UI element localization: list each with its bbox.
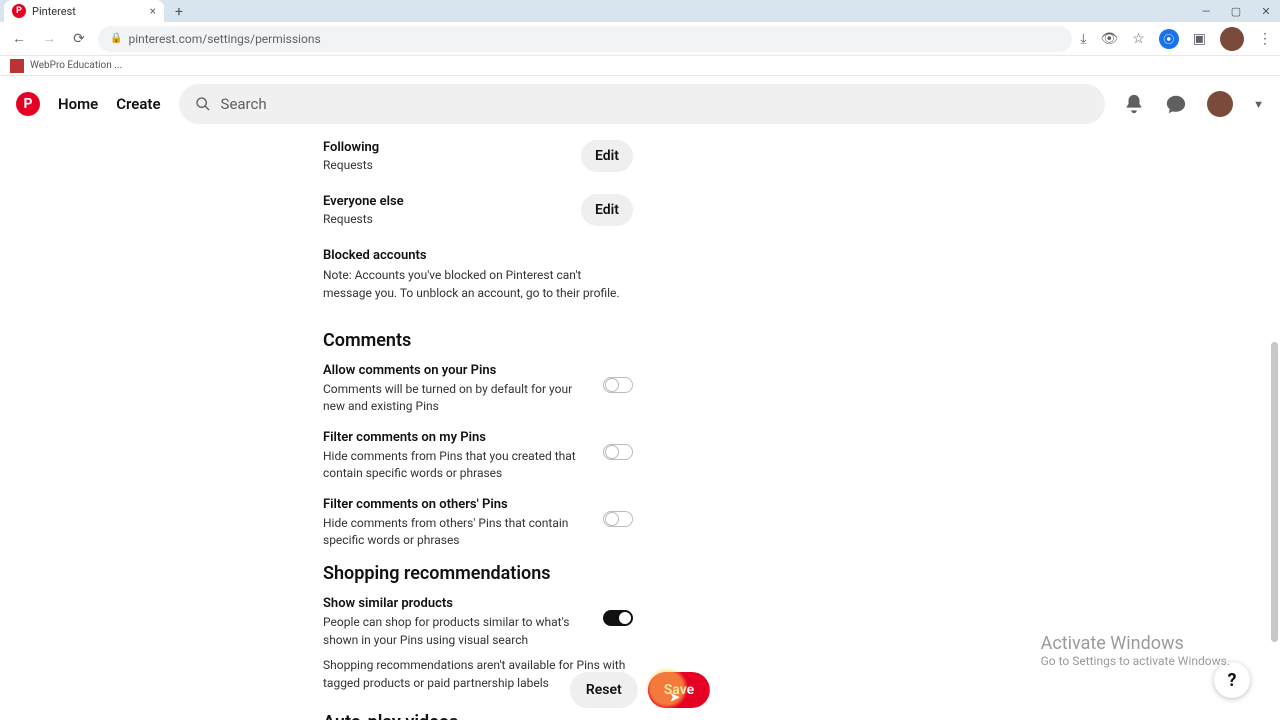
lock-icon: 🔒	[110, 33, 122, 44]
filter-mine-desc: Hide comments from Pins that you created…	[323, 448, 587, 483]
filter-mine-toggle[interactable]	[603, 444, 633, 460]
pinterest-favicon-icon: P	[12, 4, 26, 18]
filter-others-setting: Filter comments on others' Pins Hide com…	[323, 497, 633, 550]
filter-others-title: Filter comments on others' Pins	[323, 497, 587, 512]
notifications-icon[interactable]	[1123, 93, 1145, 115]
similar-toggle[interactable]	[603, 610, 633, 626]
search-icon	[195, 96, 211, 112]
edit-following-button[interactable]: Edit	[581, 140, 633, 172]
menu-icon[interactable]: ⋮	[1258, 31, 1272, 47]
extensions-icon[interactable]: ▣	[1193, 31, 1206, 47]
edit-everyone-button[interactable]: Edit	[581, 194, 633, 226]
similar-desc: People can shop for products similar to …	[323, 614, 587, 649]
scroll-thumb[interactable]	[1271, 342, 1278, 642]
browser-tab[interactable]: P Pinterest ×	[4, 0, 164, 22]
maximize-icon[interactable]: ▢	[1230, 5, 1242, 17]
minimize-icon[interactable]: —	[1200, 5, 1212, 17]
everyone-sub: Requests	[323, 212, 404, 226]
following-sub: Requests	[323, 158, 379, 172]
following-title: Following	[323, 140, 379, 155]
messages-icon[interactable]	[1165, 93, 1187, 115]
tab-title: Pinterest	[32, 5, 76, 18]
eye-off-icon[interactable]: 👁	[1100, 31, 1118, 47]
windows-watermark: Activate Windows Go to Settings to activ…	[1041, 633, 1230, 668]
settings-content: Following Requests Edit Everyone else Re…	[0, 132, 1280, 720]
reset-button[interactable]: Reset	[570, 672, 638, 708]
save-button[interactable]: Save ➤	[648, 672, 710, 708]
back-icon[interactable]: ←	[8, 28, 30, 50]
search-placeholder: Search	[221, 95, 267, 113]
url-input[interactable]: 🔒 pinterest.com/settings/permissions	[98, 26, 1072, 52]
everyone-row: Everyone else Requests Edit	[323, 194, 633, 226]
bookmark-item[interactable]: WebPro Education ...	[30, 60, 122, 71]
comments-heading: Comments	[323, 330, 633, 351]
filter-others-toggle[interactable]	[603, 511, 633, 527]
chevron-down-icon[interactable]: ▼	[1253, 98, 1264, 111]
filter-mine-setting: Filter comments on my Pins Hide comments…	[323, 430, 633, 483]
blocked-note: Note: Accounts you've blocked on Pintere…	[323, 266, 633, 302]
extension-icon[interactable]: ⦿	[1159, 29, 1179, 49]
filter-mine-title: Filter comments on my Pins	[323, 430, 587, 445]
filter-others-desc: Hide comments from others' Pins that con…	[323, 515, 587, 550]
profile-avatar-icon[interactable]	[1220, 27, 1244, 51]
watermark-title: Activate Windows	[1041, 633, 1230, 654]
allow-comments-setting: Allow comments on your Pins Comments wil…	[323, 363, 633, 416]
tab-close-icon[interactable]: ×	[150, 4, 156, 18]
allow-comments-desc: Comments will be turned on by default fo…	[323, 381, 587, 416]
scrollbar[interactable]	[1270, 132, 1278, 668]
shopping-heading: Shopping recommendations	[323, 563, 633, 584]
bookmark-favicon-icon	[10, 59, 24, 73]
allow-comments-title: Allow comments on your Pins	[323, 363, 587, 378]
nav-home[interactable]: Home	[58, 95, 98, 113]
autoplay-heading: Auto-play videos	[323, 712, 633, 720]
allow-comments-toggle[interactable]	[603, 377, 633, 393]
new-tab-icon[interactable]: +	[175, 4, 183, 20]
watermark-sub: Go to Settings to activate Windows.	[1041, 654, 1230, 668]
url-text: pinterest.com/settings/permissions	[128, 32, 320, 46]
user-avatar-icon[interactable]	[1207, 91, 1233, 117]
reload-icon[interactable]: ⟳	[68, 28, 90, 50]
close-window-icon[interactable]: ✕	[1260, 5, 1272, 17]
forward-icon: →	[38, 28, 60, 50]
address-bar: ← → ⟳ 🔒 pinterest.com/settings/permissio…	[0, 22, 1280, 56]
save-label: Save	[664, 682, 694, 698]
bookmarks-bar: WebPro Education ...	[0, 56, 1280, 76]
similar-title: Show similar products	[323, 596, 587, 611]
footer-actions: Reset Save ➤	[570, 672, 710, 708]
search-input[interactable]: Search	[179, 84, 1106, 124]
everyone-title: Everyone else	[323, 194, 404, 209]
pinterest-logo-icon[interactable]: P	[16, 92, 40, 116]
install-icon[interactable]: ⤓	[1080, 31, 1086, 47]
following-row: Following Requests Edit	[323, 140, 633, 172]
window-title-bar: — ▢ ✕	[0, 0, 1280, 22]
nav-create[interactable]: Create	[116, 95, 160, 113]
similar-products-setting: Show similar products People can shop fo…	[323, 596, 633, 649]
app-header: P Home Create Search ▼	[0, 76, 1280, 132]
blocked-title: Blocked accounts	[323, 248, 633, 263]
star-icon[interactable]: ☆	[1132, 31, 1145, 47]
